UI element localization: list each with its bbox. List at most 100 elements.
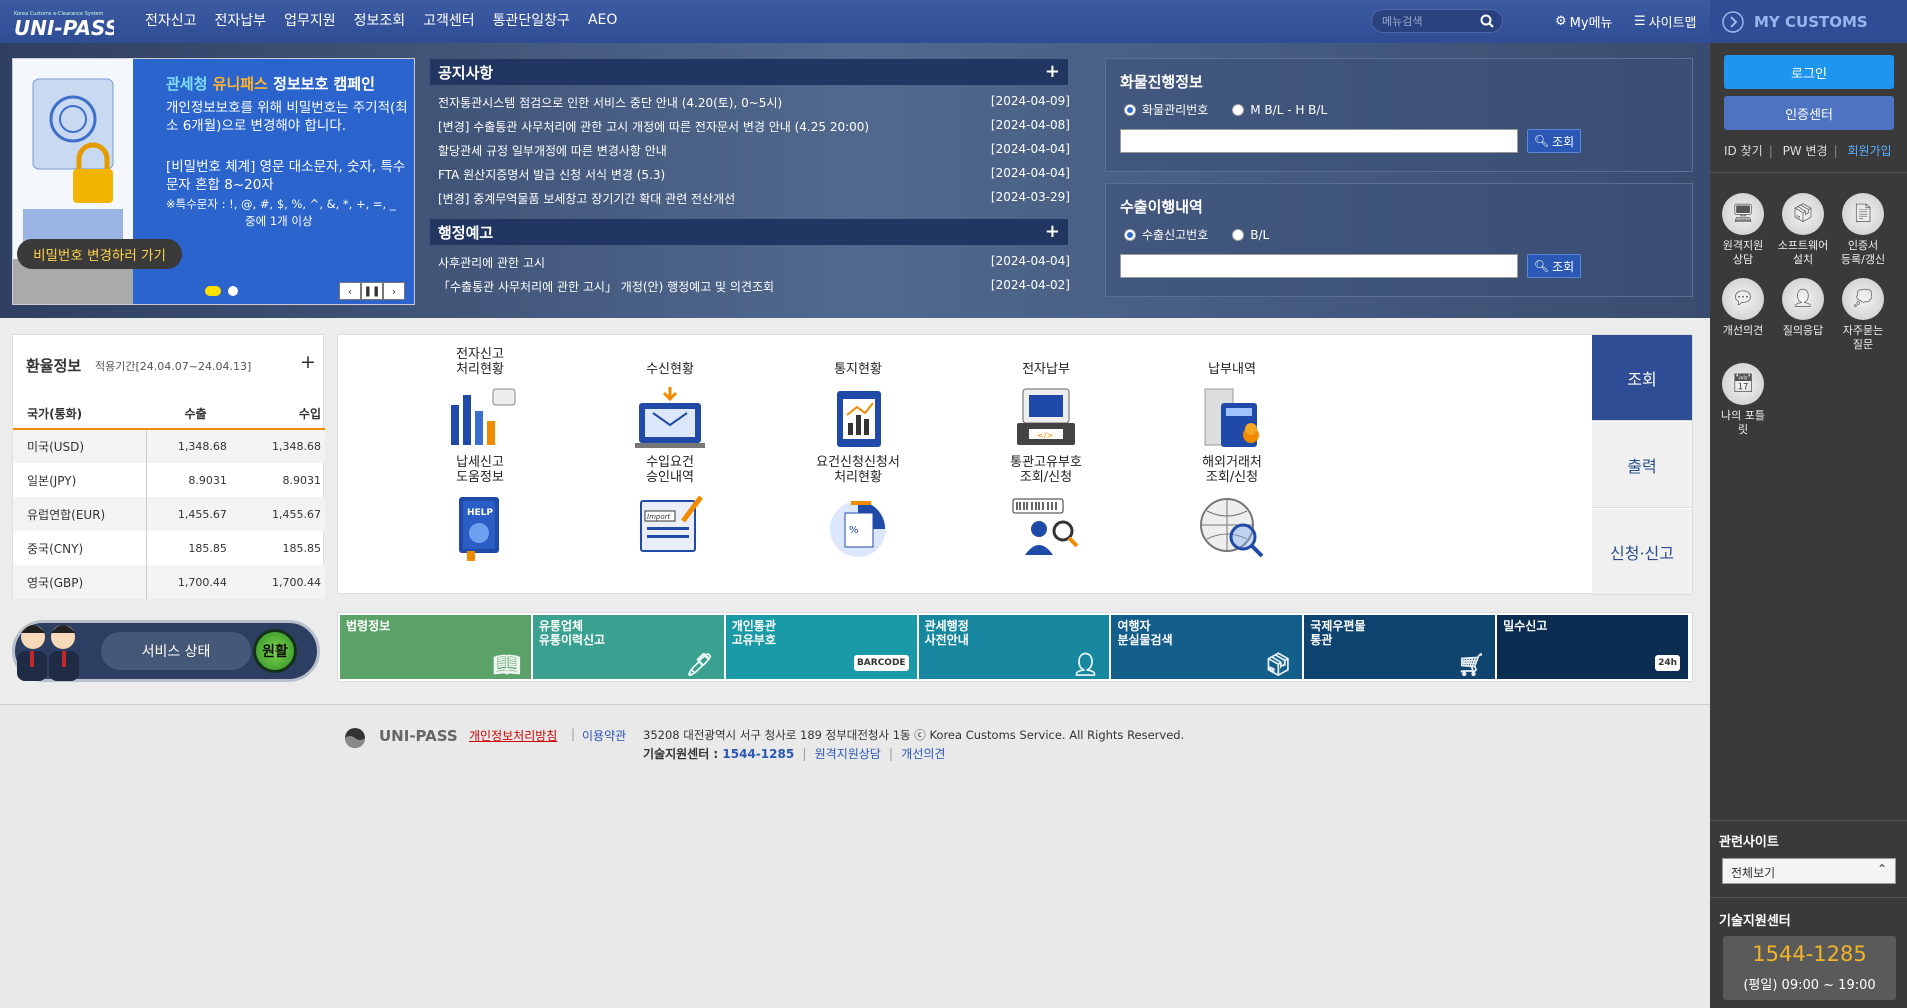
sidebar-quick-0[interactable]: 🖥︎ 원격지원 상담 [1715, 193, 1771, 267]
prev-arrow-icon[interactable]: ‹ [339, 282, 361, 300]
quick-item-3[interactable]: 전자납부 </> [966, 343, 1126, 455]
nav-item-2[interactable]: 업무지원 [284, 10, 336, 30]
sidebar-quick-1[interactable]: 📦︎ 소프트웨어 설치 [1775, 193, 1831, 267]
tab-inquiry[interactable]: 조회 [1592, 335, 1692, 421]
notice-date: [2024-04-08] [990, 118, 1070, 132]
related-sites-select[interactable]: 전체보기 ⌃ [1722, 858, 1896, 884]
quick-item-label: 납세신고 도움정보 [456, 455, 504, 485]
sidebar-quick-2[interactable]: 📄︎ 인증서 등록/갱신 [1835, 193, 1891, 267]
sidebar-quick-4[interactable]: 👤︎ 질의응답 [1775, 278, 1831, 338]
shortcut-3[interactable]: 관세행정 사전안내 👤︎ [918, 615, 1110, 679]
nav-item-3[interactable]: 정보조회 [354, 10, 406, 30]
export-input[interactable] [1120, 254, 1518, 278]
quick-item-1[interactable]: 수신현황 [590, 343, 750, 455]
nav-item-1[interactable]: 전자납부 [215, 10, 267, 30]
nav-item-5[interactable]: 통관단일창구 [493, 10, 570, 30]
sidebar-quick-icon: 🖥︎ [1722, 193, 1764, 235]
quick-item-7[interactable]: 요건신청신청서 처리현황% [778, 451, 938, 563]
notice-item[interactable]: 할당관세 규정 일부개정에 따른 변경사항 안내 [2024-04-04] [438, 142, 1070, 159]
svg-text:UNI-PASS: UNI-PASS [14, 16, 114, 38]
exchange-cell: 185.85 [282, 541, 322, 555]
shortcut-label: 밀수신고 [1503, 619, 1548, 633]
shortcut-2[interactable]: 개인통관 고유부호 BARCODE [725, 615, 917, 679]
quick-item-4[interactable]: 납부내역 [1152, 343, 1312, 455]
exchange-row: 일본(JPY) 8.9031 8.9031 [13, 463, 325, 497]
tab-apply[interactable]: 신청·신고 [1592, 509, 1692, 595]
notice-item[interactable]: [변경] 중계무역물품 보세창고 장기기간 확대 관련 전산개선 [2024-03… [438, 190, 1070, 207]
shortcut-1[interactable]: 유통업체 유통이력신고 🖊︎ [532, 615, 724, 679]
notice-item[interactable]: [변경] 수출통관 사무처리에 관한 고시 개정에 따른 전자문서 변경 안내 … [438, 118, 1070, 135]
unipass-logo[interactable]: Korea Customs e-Clearance System UNI-PAS… [12, 6, 119, 40]
sidebar-quick-label: 나의 포틀 릿 [1721, 409, 1765, 436]
exchange-cell: 일본(JPY) [13, 463, 147, 497]
pause-icon[interactable]: ❚❚ [361, 282, 383, 300]
campaign-banner[interactable]: 관세청 유니패스 정보보호 캠페인 개인정보보호를 위해 비밀번호는 주기적(최… [12, 58, 415, 305]
shortcut-6[interactable]: 밀수신고 24h [1497, 615, 1689, 679]
notice-item[interactable]: FTA 원산지증명서 발급 신청 서식 변경 (5.3) [2024-04-04] [438, 166, 1070, 183]
quick-item-6[interactable]: 수입요건 승인내역 Import [590, 451, 750, 563]
menu-search-input[interactable] [1382, 13, 1480, 29]
nav-item-0[interactable]: 전자신고 [145, 10, 197, 30]
exchange-more-icon[interactable]: + [300, 351, 316, 373]
admin-notice-text: 「수출통관 사무처리에 관한 고시」 개정(안) 행정예고 및 의견조회 [438, 280, 775, 294]
change-password-button[interactable]: 비밀번호 변경하러 가기 [17, 239, 182, 269]
shortcut-5[interactable]: 국제우편물 통관 🛒︎ [1304, 615, 1496, 679]
my-customs-header[interactable]: MY CUSTOMS [1710, 0, 1907, 43]
signup-link[interactable]: 회원가입 [1847, 144, 1891, 158]
chevron-right-icon [1722, 10, 1744, 33]
cargo-input[interactable] [1120, 129, 1518, 153]
quick-item-5[interactable]: 납세신고 도움정보 HELP [400, 451, 560, 563]
terms-link[interactable]: 이용약관 [582, 727, 626, 744]
search-icon[interactable] [1480, 14, 1494, 28]
next-arrow-icon[interactable]: › [383, 282, 405, 300]
sidebar-quick-5[interactable]: 💭︎ 자주묻는 질문 [1835, 278, 1891, 352]
exchange-cell: 1,455.67 [248, 497, 325, 531]
export-search-button[interactable]: 🔍︎ 조회 [1527, 254, 1581, 278]
shortcut-tag: 24h [1655, 655, 1681, 671]
shortcut-label: 유통업체 유통이력신고 [538, 619, 606, 647]
cert-center-button[interactable]: 인증센터 [1724, 96, 1894, 130]
notice-item[interactable]: 전자통관시스템 점검으로 인한 서비스 중단 안내 (4.20(토), 0~5시… [438, 94, 1070, 111]
support-title: 기술지원센터 [1719, 914, 1791, 929]
notice-more-icon[interactable]: + [1045, 61, 1060, 82]
tab-print[interactable]: 출력 [1592, 422, 1692, 508]
exchange-cell: 185.85 [188, 541, 227, 555]
search-icon: 🔍︎ [1533, 259, 1550, 273]
notice-header: 공지사항 + [430, 59, 1068, 85]
sitemap-button[interactable]: ☰ 사이트맵 [1634, 12, 1697, 31]
quick-item-0[interactable]: 전자신고 처리현황 [400, 343, 560, 455]
quick-item-9[interactable]: 해외거래처 조회/신청 [1152, 451, 1312, 563]
quick-item-label: 납부내역 [1208, 362, 1256, 377]
admin-notice-item[interactable]: 「수출통관 사무처리에 관한 고시」 개정(안) 행정예고 및 의견조회 [202… [438, 278, 1070, 295]
shortcut-4[interactable]: 여행자 분실물검색 📦︎ [1111, 615, 1303, 679]
nav-item-6[interactable]: AEO [588, 12, 617, 28]
exchange-header: 수출 [146, 399, 249, 430]
admin-notice-item[interactable]: 사후관리에 관한 고시 [2024-04-04] [438, 254, 1070, 271]
exchange-cell: 영국(GBP) [13, 565, 147, 599]
cargo-radio-2[interactable] [1232, 103, 1245, 116]
quick-item-2[interactable]: 통지현황 [778, 343, 938, 455]
nav-item-4[interactable]: 고객센터 [423, 10, 475, 30]
privacy-policy-link[interactable]: 개인정보처리방침 [469, 727, 557, 744]
admin-notice-more-icon[interactable]: + [1045, 221, 1060, 242]
quick-item-icon [1195, 493, 1269, 563]
notice-date: [2024-04-09] [990, 94, 1070, 108]
export-radio-2[interactable] [1232, 228, 1245, 241]
shortcut-0[interactable]: 법령정보 📖︎ [340, 615, 531, 679]
slide-dot-active[interactable] [205, 286, 221, 296]
slide-dot[interactable] [228, 286, 238, 296]
sidebar-quick-3[interactable]: 💬︎ 개선의견 [1715, 278, 1771, 338]
remote-support-link[interactable]: 원격지원상담 [815, 747, 881, 761]
find-id-link[interactable]: ID 찾기 [1724, 144, 1763, 158]
improvement-link[interactable]: 개선의견 [901, 747, 945, 761]
change-pw-link[interactable]: PW 변경 [1783, 144, 1828, 158]
login-button[interactable]: 로그인 [1724, 55, 1894, 89]
my-menu-button[interactable]: ⚙ My메뉴 [1555, 12, 1613, 31]
sidebar-quick-label: 소프트웨어 설치 [1777, 239, 1829, 266]
quick-item-label: 통관고유부호 조회/신청 [1010, 455, 1082, 485]
sidebar-quick-6[interactable]: 📅︎ 나의 포틀 릿 [1715, 363, 1771, 437]
export-radio-1[interactable] [1124, 228, 1136, 241]
cargo-radio-1[interactable] [1124, 103, 1136, 116]
cargo-search-button[interactable]: 🔍︎ 조회 [1527, 129, 1581, 153]
quick-item-8[interactable]: 통관고유부호 조회/신청 [966, 451, 1126, 563]
